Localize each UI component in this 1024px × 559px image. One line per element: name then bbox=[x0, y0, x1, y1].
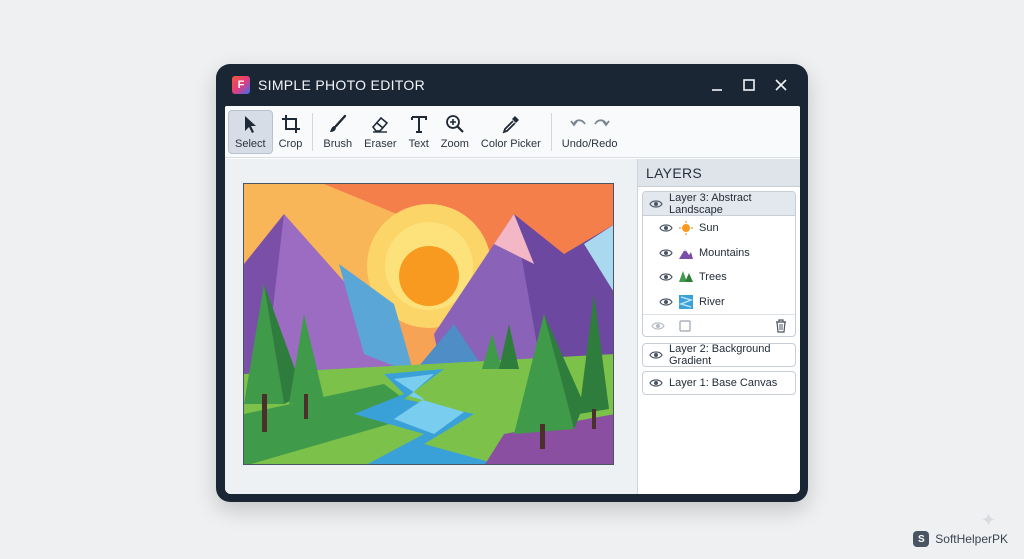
sublayer-mountains[interactable]: Mountains bbox=[643, 241, 795, 266]
window-controls bbox=[698, 72, 794, 98]
eye-icon[interactable] bbox=[659, 272, 673, 282]
eyedropper-icon bbox=[502, 115, 519, 133]
window-title: SIMPLE PHOTO EDITOR bbox=[258, 77, 425, 93]
sublayer-sun[interactable]: Sun bbox=[643, 216, 795, 241]
eye-icon[interactable] bbox=[659, 223, 673, 233]
tool-crop[interactable]: Crop bbox=[273, 110, 309, 154]
mountain-icon bbox=[679, 248, 693, 259]
close-icon bbox=[775, 79, 787, 91]
sublayer-trees[interactable]: Trees bbox=[643, 265, 795, 290]
sparkle-icon: ✦ bbox=[980, 510, 996, 530]
eye-icon[interactable] bbox=[659, 248, 673, 258]
layer-label: Layer 3: Abstract Landscape bbox=[669, 191, 752, 216]
toolbar-divider bbox=[312, 112, 314, 151]
app-logo-icon: F bbox=[232, 76, 250, 94]
river-icon bbox=[679, 294, 693, 309]
visibility-toggle-icon[interactable] bbox=[651, 321, 665, 331]
watermark-logo-icon: S bbox=[913, 531, 930, 547]
tool-label: Undo/Redo bbox=[561, 137, 618, 150]
new-layer-icon[interactable] bbox=[679, 319, 691, 332]
editor-window: F SIMPLE PHOTO EDITOR Select Crop Brush … bbox=[216, 64, 808, 502]
eye-icon[interactable] bbox=[649, 378, 663, 388]
layers-panel-title: LAYERS bbox=[638, 159, 800, 187]
eye-icon[interactable] bbox=[659, 297, 673, 307]
minimize-button[interactable] bbox=[704, 72, 730, 98]
maximize-button[interactable] bbox=[736, 72, 762, 98]
eraser-icon bbox=[372, 116, 389, 133]
eye-icon[interactable] bbox=[649, 350, 663, 360]
tool-brush[interactable]: Brush bbox=[317, 110, 358, 154]
sun-icon bbox=[679, 221, 693, 236]
landscape-image bbox=[244, 184, 613, 464]
layer-label: Layer 2: Background Gradient bbox=[669, 343, 771, 367]
minimize-icon bbox=[712, 89, 722, 91]
tool-label: Brush bbox=[323, 137, 353, 150]
layer-actions-bar bbox=[643, 314, 795, 336]
layers-panel: LAYERS Layer 3: Abstract Landscape Sun M… bbox=[637, 159, 800, 494]
layer-group-landscape: Layer 3: Abstract Landscape Sun Mountain… bbox=[642, 191, 796, 337]
editor-body: Select Crop Brush Eraser Text Zoom Color… bbox=[225, 106, 800, 494]
tool-label: Select bbox=[235, 137, 266, 150]
canvas-area[interactable] bbox=[225, 159, 637, 494]
tool-eraser[interactable]: Eraser bbox=[358, 110, 402, 154]
tool-undo-redo[interactable]: Undo/Redo bbox=[556, 110, 624, 154]
tool-color-picker[interactable]: Color Picker bbox=[475, 110, 547, 154]
maximize-icon bbox=[743, 79, 755, 91]
layer-item-base-canvas[interactable]: Layer 1: Base Canvas bbox=[642, 371, 796, 395]
trash-icon[interactable] bbox=[775, 318, 787, 333]
eye-icon[interactable] bbox=[649, 199, 663, 209]
crop-icon bbox=[281, 114, 300, 133]
layer-label: Sun bbox=[699, 222, 719, 235]
tool-label: Eraser bbox=[364, 137, 397, 150]
toolbar-divider bbox=[550, 112, 552, 151]
title-bar[interactable]: F SIMPLE PHOTO EDITOR bbox=[216, 64, 808, 106]
brush-icon bbox=[329, 114, 346, 132]
tree-icon bbox=[679, 271, 693, 283]
layer-item-background-gradient[interactable]: Layer 2: Background Gradient bbox=[642, 343, 796, 367]
layer-label: Trees bbox=[699, 271, 727, 284]
sublayer-river[interactable]: River bbox=[643, 290, 795, 315]
close-button[interactable] bbox=[768, 72, 794, 98]
text-t-icon bbox=[410, 115, 427, 133]
toolbar: Select Crop Brush Eraser Text Zoom Color… bbox=[225, 106, 800, 158]
tool-label: Crop bbox=[278, 137, 303, 150]
layer-label: Mountains bbox=[699, 246, 750, 259]
image-canvas[interactable] bbox=[243, 183, 614, 465]
watermark: S SoftHelperPK bbox=[913, 531, 1008, 547]
tool-text[interactable]: Text bbox=[403, 110, 435, 154]
undo-redo-icon bbox=[569, 118, 610, 126]
layer-item-abstract-landscape[interactable]: Layer 3: Abstract Landscape bbox=[643, 192, 795, 216]
tool-label: Text bbox=[408, 137, 429, 150]
cursor-arrow-icon bbox=[245, 115, 257, 133]
tool-zoom[interactable]: Zoom bbox=[435, 110, 475, 154]
magnifier-icon bbox=[445, 114, 464, 133]
tool-label: Color Picker bbox=[480, 137, 541, 150]
layer-label: Layer 1: Base Canvas bbox=[669, 377, 778, 389]
tool-label: Zoom bbox=[440, 137, 469, 150]
watermark-text: SoftHelperPK bbox=[935, 532, 1008, 546]
tool-select[interactable]: Select bbox=[228, 109, 273, 154]
layer-label: River bbox=[699, 295, 725, 308]
